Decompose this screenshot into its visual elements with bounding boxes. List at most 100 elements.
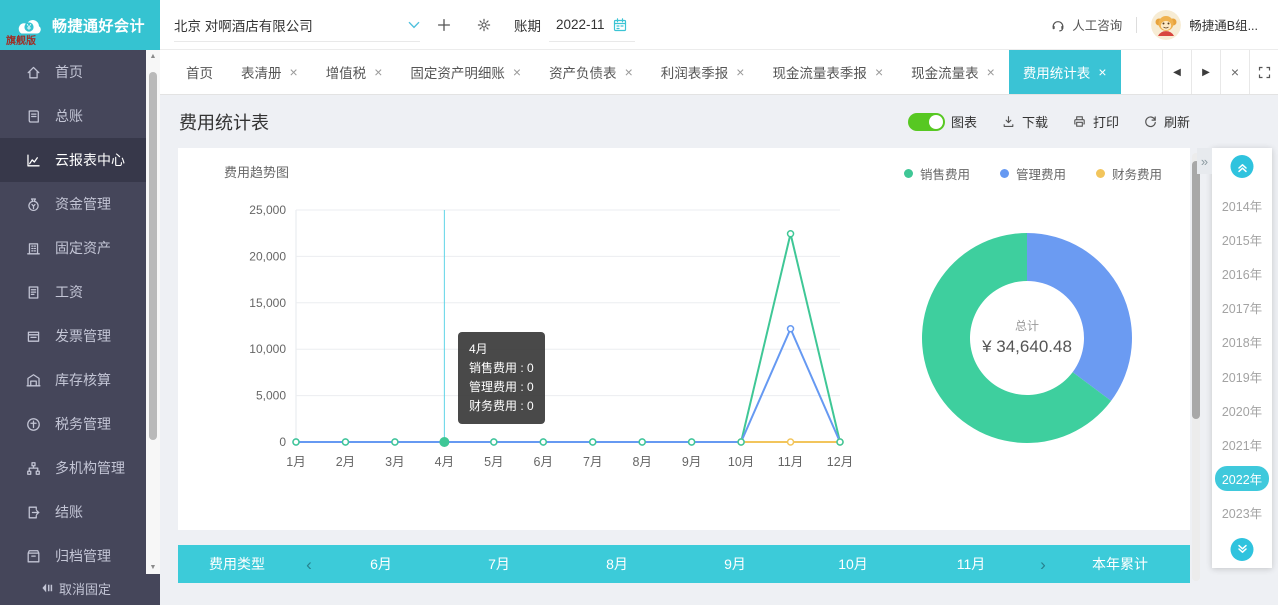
tab-close-icon[interactable]: × — [513, 65, 521, 79]
tab-close-icon[interactable]: × — [987, 65, 995, 79]
tab-close-icon[interactable]: × — [736, 65, 744, 79]
svg-text:15,000: 15,000 — [249, 296, 286, 310]
tab-item[interactable]: 资产负债表× — [535, 50, 647, 94]
tab-item[interactable]: 现金流量表× — [897, 50, 1009, 94]
company-name: 北京 对啊酒店有限公司 — [174, 15, 313, 35]
column-header-month: 6月 — [322, 554, 440, 574]
home-icon — [25, 64, 42, 81]
tab-close-icon[interactable]: × — [374, 65, 382, 79]
tab-bar: 首页表清册×增值税×固定资产明细账×资产负债表×利润表季报×现金流量表季报×现金… — [160, 50, 1278, 95]
next-months-icon[interactable]: › — [1030, 556, 1056, 573]
year-item[interactable]: 2014年 — [1212, 188, 1272, 222]
column-header-ytd: 本年累计 — [1056, 554, 1184, 574]
sidebar-item-label: 结账 — [55, 502, 83, 522]
user-menu[interactable]: 畅捷通B组... — [1151, 10, 1258, 40]
sidebar-item-tax[interactable]: 税务管理 — [0, 402, 160, 446]
expense-table-header: 费用类型‹6月7月8月9月10月11月›本年累计 — [178, 545, 1190, 583]
year-label: 2014年 — [1215, 193, 1269, 218]
year-item[interactable]: 2020年 — [1212, 393, 1272, 427]
sidebar-item-inventory[interactable]: 库存核算 — [0, 358, 160, 402]
company-selector[interactable]: 北京 对啊酒店有限公司 — [174, 0, 420, 49]
tab-item[interactable]: 费用统计表× — [1009, 50, 1121, 94]
fullscreen-button[interactable] — [1249, 50, 1278, 94]
print-label: 打印 — [1093, 112, 1119, 131]
download-button[interactable]: 下载 — [1001, 112, 1048, 131]
unpin-button[interactable]: 取消固定 — [0, 575, 111, 601]
refresh-button[interactable]: 刷新 — [1143, 112, 1190, 131]
legend-item[interactable]: 销售费用 — [904, 164, 970, 183]
tab-item[interactable]: 表清册 × — [227, 50, 312, 94]
settings-button[interactable] — [468, 9, 500, 41]
column-header-month: 9月 — [676, 554, 794, 574]
sidebar-item-funds[interactable]: 资金管理 — [0, 182, 160, 226]
sidebar-item-fixed-assets[interactable]: 固定资产 — [0, 226, 160, 270]
year-label: 2019年 — [1215, 364, 1269, 389]
svg-text:11月: 11月 — [778, 455, 803, 469]
toggle-switch-icon[interactable] — [908, 113, 945, 131]
tab-item[interactable]: 现金流量表季报 × — [758, 50, 897, 94]
tab-close-icon[interactable]: × — [1098, 65, 1106, 79]
year-item[interactable]: 2016年 — [1212, 256, 1272, 290]
year-item[interactable]: 2015年 — [1212, 222, 1272, 256]
sidebar-item-ledger[interactable]: 总账 — [0, 94, 160, 138]
year-item[interactable]: 2021年 — [1212, 428, 1272, 462]
svg-text:10月: 10月 — [728, 455, 754, 469]
svg-text:1月: 1月 — [286, 455, 305, 469]
sidebar-item-closing[interactable]: 结账 — [0, 490, 160, 534]
year-item[interactable]: 2022年 — [1212, 462, 1272, 496]
tab-close-icon[interactable]: × — [875, 65, 883, 79]
sidebar-item-invoice[interactable]: 发票管理 — [0, 314, 160, 358]
legend-item[interactable]: 财务费用 — [1096, 164, 1162, 183]
prev-months-icon[interactable]: ‹ — [296, 556, 322, 573]
tab-close-icon[interactable]: × — [290, 65, 298, 79]
sidebar-item-cloud-report[interactable]: 云报表中心 — [0, 138, 160, 182]
close-all-tabs-button[interactable]: × — [1220, 50, 1249, 94]
year-label: 2022年 — [1215, 466, 1269, 491]
sidebar-scrollbar-thumb[interactable] — [149, 72, 157, 440]
main-scrollbar-thumb[interactable] — [1192, 161, 1200, 419]
year-label: 2020年 — [1215, 398, 1269, 423]
donut-center-label: 总计 — [1015, 319, 1039, 333]
year-item[interactable]: 2019年 — [1212, 359, 1272, 393]
collapse-panel-icon[interactable]: » — [1197, 148, 1212, 174]
chart-card: 费用趋势图 销售费用管理费用财务费用 05,00010,00015,00020,… — [178, 148, 1190, 530]
expense-trend-chart: 05,00010,00015,00020,00025,0001月2月3月4月5月… — [238, 194, 858, 494]
scroll-years-down-button[interactable] — [1231, 538, 1254, 561]
tab-item[interactable]: 增值税× — [312, 50, 397, 94]
scroll-years-up-button[interactable] — [1231, 155, 1254, 178]
tab-scroll-left-button[interactable]: ◀ — [1162, 50, 1191, 94]
svg-text:25,000: 25,000 — [249, 203, 286, 217]
support-link[interactable]: 人工咨询 — [1050, 15, 1122, 34]
main-scrollbar[interactable] — [1192, 153, 1200, 581]
tab-label: 表清册 — [241, 62, 282, 82]
year-item[interactable]: 2017年 — [1212, 291, 1272, 325]
tab-item[interactable]: 利润表季报× — [647, 50, 759, 94]
sidebar-item-label: 资金管理 — [55, 194, 111, 214]
add-button[interactable] — [428, 9, 460, 41]
sidebar-scrollbar[interactable]: ▲ ▼ — [146, 50, 160, 574]
sidebar-item-multi-org[interactable]: 多机构管理 — [0, 446, 160, 490]
print-button[interactable]: 打印 — [1072, 112, 1119, 131]
sidebar-item-home[interactable]: 首页 — [0, 50, 160, 94]
donut-slice[interactable] — [1027, 233, 1132, 401]
tab-item[interactable]: 首页 — [172, 50, 227, 94]
tab-close-icon[interactable]: × — [625, 65, 633, 79]
sidebar-menu: 首页总账云报表中心资金管理固定资产工资发票管理库存核算税务管理多机构管理结账归档… — [0, 50, 160, 578]
chevrons-up-icon — [1235, 160, 1249, 174]
tab-label: 现金流量表季报 — [772, 62, 867, 82]
tooltip-line: 财务费用 : 0 — [469, 397, 534, 416]
tab-label: 固定资产明细账 — [410, 62, 505, 82]
tab-scroll-right-button[interactable]: ▶ — [1191, 50, 1220, 94]
tab-item[interactable]: 固定资产明细账 × — [396, 50, 535, 94]
legend-item[interactable]: 管理费用 — [1000, 164, 1066, 183]
sidebar-item-archive[interactable]: 归档管理 — [0, 534, 160, 578]
svg-text:2月: 2月 — [336, 455, 355, 469]
period-selector[interactable]: 2022-11 — [553, 0, 631, 49]
legend-dot-icon — [904, 169, 913, 178]
svg-text:3月: 3月 — [385, 455, 404, 469]
year-item[interactable]: 2018年 — [1212, 325, 1272, 359]
year-item[interactable]: 2023年 — [1212, 496, 1272, 530]
sidebar-item-salary[interactable]: 工资 — [0, 270, 160, 314]
chart-toggle[interactable]: 图表 — [908, 112, 977, 131]
svg-text:12月: 12月 — [827, 455, 853, 469]
